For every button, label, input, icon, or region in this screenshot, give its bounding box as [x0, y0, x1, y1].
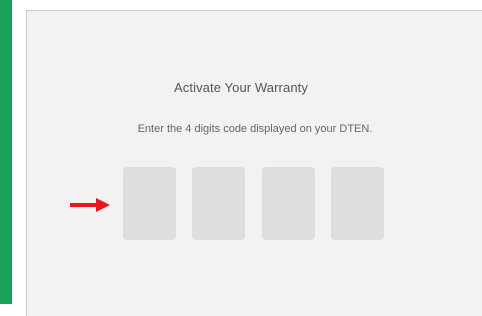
accent-strip-foot — [0, 304, 14, 316]
code-digit-3-input[interactable] — [262, 167, 315, 240]
dialog-title: Activate Your Warranty — [174, 80, 308, 95]
code-digit-2-input[interactable] — [192, 167, 245, 240]
dialog-instructions: Enter the 4 digits code displayed on you… — [137, 123, 373, 135]
screen: Activate Your Warranty Enter the 4 digit… — [0, 0, 482, 316]
warranty-dialog — [26, 10, 482, 316]
code-digit-4-input[interactable] — [331, 167, 384, 240]
code-digit-1-input[interactable] — [123, 167, 176, 240]
right-arrow-icon — [70, 198, 110, 212]
accent-strip — [0, 0, 12, 304]
